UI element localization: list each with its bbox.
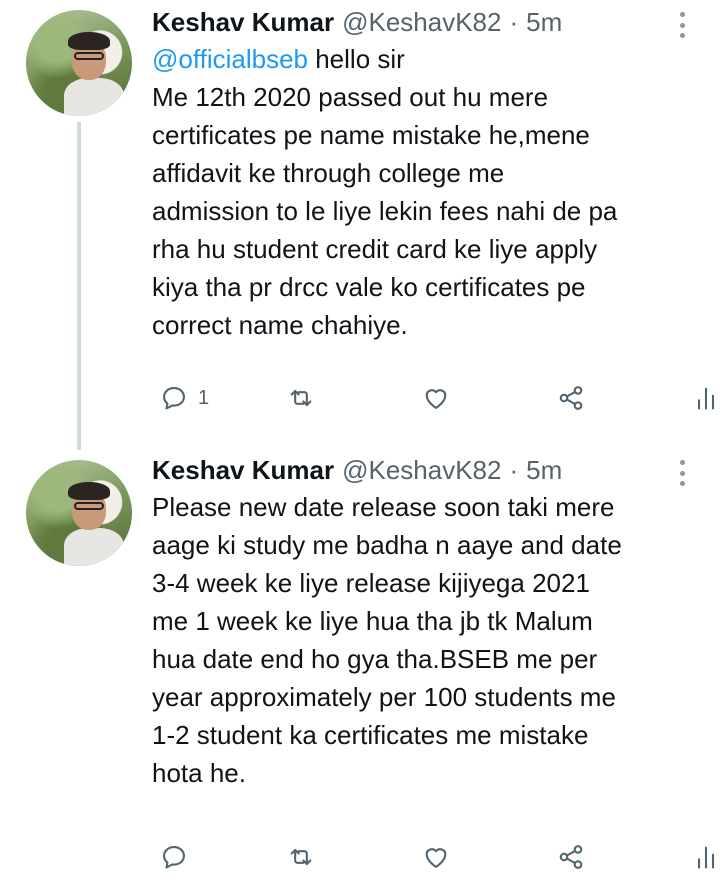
like-button[interactable] <box>422 837 450 877</box>
retweet-icon <box>290 389 312 407</box>
tweet-actions <box>152 837 720 877</box>
tweet-text-line: Please new date release soon taki mere <box>152 492 615 522</box>
avatar-glasses <box>74 502 104 510</box>
reply-icon <box>163 846 185 869</box>
reply-button[interactable] <box>160 837 188 877</box>
stats-icon <box>697 846 715 869</box>
avatar-shirt <box>64 528 124 566</box>
reply-button[interactable]: 1 <box>160 378 209 418</box>
tweet-text-line: rha hu student credit card ke liye apply <box>152 234 598 264</box>
tweet-text-line: 3-4 week ke liye release kijiyega 2021 <box>152 568 590 598</box>
reply-count: 1 <box>198 386 210 409</box>
stats-button[interactable] <box>692 378 720 418</box>
tweet-text-line: admission to le liye lekin fees nahi de … <box>152 196 618 226</box>
tweet-header: Keshav Kumar @KeshavK82 · 5m <box>152 4 720 40</box>
reply-icon <box>163 387 185 410</box>
tweet-text-line: kiya tha pr drcc vale ko certificates pe <box>152 272 586 302</box>
like-button[interactable] <box>422 378 450 418</box>
author-handle[interactable]: @KeshavK82 <box>342 452 501 488</box>
more-options-icon[interactable] <box>678 460 686 486</box>
retweet-button[interactable] <box>287 837 315 877</box>
tweet-text-line: certificates pe name mistake he,mene <box>152 120 590 150</box>
tweet-actions: 1 <box>152 378 720 418</box>
tweet-text: @officialbseb hello sir Me 12th 2020 pas… <box>152 40 712 344</box>
tweet-text-line: me 1 week ke liye hua tha jb tk Malum <box>152 606 593 636</box>
share-icon <box>559 845 583 869</box>
timestamp[interactable]: 5m <box>526 4 562 40</box>
share-button[interactable] <box>557 378 585 418</box>
heart-icon <box>425 848 447 868</box>
tweet-text-line: Me 12th 2020 passed out hu mere <box>152 82 549 112</box>
tweet-text-line: affidavit ke through college me <box>152 158 505 188</box>
stats-button[interactable] <box>692 837 720 877</box>
retweet-button[interactable] <box>287 378 315 418</box>
tweet-header: Keshav Kumar @KeshavK82 · 5m <box>152 452 720 488</box>
avatar-hair <box>68 32 110 50</box>
tweet-text-line: hota he. <box>152 758 246 788</box>
tweet-text-line: year approximately per 100 students me <box>152 682 616 712</box>
thread-line <box>77 122 81 450</box>
separator-dot: · <box>509 455 519 485</box>
tweet-text: Please new date release soon taki mere a… <box>152 488 712 792</box>
avatar[interactable] <box>26 460 132 566</box>
tweet-text-span: hello sir <box>308 44 405 74</box>
tweet[interactable]: Keshav Kumar @KeshavK82 · 5m @officialbs… <box>0 0 720 450</box>
author-name[interactable]: Keshav Kumar <box>152 452 334 488</box>
share-button[interactable] <box>557 837 585 877</box>
author-handle[interactable]: @KeshavK82 <box>342 4 501 40</box>
heart-icon <box>425 389 447 409</box>
tweet-text-line: hua date end ho gya tha.BSEB me per <box>152 644 598 674</box>
author-name[interactable]: Keshav Kumar <box>152 4 334 40</box>
timestamp[interactable]: 5m <box>526 452 562 488</box>
tweet[interactable]: Keshav Kumar @KeshavK82 · 5m Please new … <box>0 440 720 890</box>
stats-icon <box>697 387 715 410</box>
tweet-content: Keshav Kumar @KeshavK82 · 5m Please new … <box>152 452 720 869</box>
tweet-text-line: 1-2 student ka certificates me mistake <box>152 720 589 750</box>
separator-dot: · <box>509 7 519 37</box>
avatar-hair <box>68 482 110 500</box>
tweet-content: Keshav Kumar @KeshavK82 · 5m @officialbs… <box>152 4 720 410</box>
avatar-shirt <box>64 78 124 116</box>
tweet-text-line: aage ki study me badha n aaye and date <box>152 530 622 560</box>
mention-link[interactable]: @officialbseb <box>152 44 308 74</box>
more-options-icon[interactable] <box>678 12 686 38</box>
share-icon <box>559 386 583 410</box>
avatar[interactable] <box>26 10 132 116</box>
retweet-icon <box>290 848 312 866</box>
tweet-text-line: correct name chahiye. <box>152 310 408 340</box>
avatar-glasses <box>74 52 104 60</box>
tweet-text-line: @officialbseb hello sir <box>152 40 712 78</box>
